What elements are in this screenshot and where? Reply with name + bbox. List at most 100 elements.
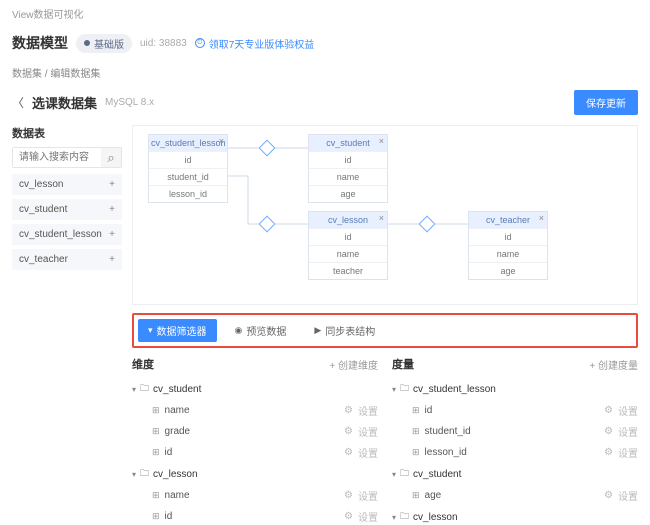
tree-field[interactable]: ⊞id⚙设置: [132, 506, 378, 525]
back-button[interactable]: 〈: [12, 94, 24, 111]
join-diamond-icon[interactable]: [419, 216, 436, 233]
tab-preview[interactable]: ◉预览数据: [225, 319, 297, 342]
number-icon: ⊞: [412, 447, 420, 458]
entity-field: id: [309, 151, 387, 168]
plus-icon[interactable]: +: [109, 254, 115, 265]
entity-header: cv_lesson×: [309, 212, 387, 228]
tree-field[interactable]: ⊞age⚙设置: [392, 485, 638, 506]
add-dimension-link[interactable]: + 创建维度: [329, 357, 378, 372]
tree-field[interactable]: ⊞name⚙设置: [132, 400, 378, 421]
folder-icon: 🗀: [400, 381, 409, 397]
entity-card[interactable]: cv_lesson× id name teacher: [308, 211, 388, 280]
tab-filter[interactable]: ▾数据筛选器: [138, 319, 217, 342]
sub-header: 〈 选课数据集 MySQL 8.x 保存更新: [0, 86, 650, 125]
dataset-title: 选课数据集: [32, 93, 97, 112]
app-title: View数据可视化: [0, 0, 650, 27]
caret-down-icon: ▾: [392, 385, 396, 394]
save-button[interactable]: 保存更新: [574, 90, 638, 115]
tree-field[interactable]: ⊞id⚙设置: [132, 442, 378, 463]
filter-icon: ▾: [148, 325, 153, 336]
number-icon: ⊞: [412, 490, 420, 501]
entity-card[interactable]: cv_student× id name age: [308, 134, 388, 203]
tree-field[interactable]: ⊞id⚙设置: [392, 400, 638, 421]
gear-icon[interactable]: ⚙: [604, 490, 613, 501]
caret-down-icon: ▾: [392, 513, 396, 522]
entity-field: name: [469, 245, 547, 262]
tab-bar: ▾数据筛选器 ◉预览数据 ▶同步表结构: [132, 313, 638, 348]
tree-group[interactable]: ▾🗀cv_student: [132, 378, 378, 400]
tree-group[interactable]: ▾🗀cv_student_lesson: [392, 378, 638, 400]
entity-header: cv_student_lesson×: [149, 135, 227, 151]
crumb-datasets[interactable]: 数据集: [12, 69, 42, 80]
table-item[interactable]: cv_lesson+: [12, 174, 122, 195]
entity-field: age: [309, 185, 387, 202]
plus-icon[interactable]: +: [109, 204, 115, 215]
add-metric-link[interactable]: + 创建度量: [589, 357, 638, 372]
breadcrumb: 数据集 / 编辑数据集: [0, 59, 650, 86]
tree-group[interactable]: ▾🗀cv_lesson: [392, 506, 638, 525]
caret-down-icon: ▾: [132, 385, 136, 394]
caret-down-icon: ▾: [392, 470, 396, 479]
tree-field[interactable]: ⊞grade⚙设置: [132, 421, 378, 442]
entity-field: lesson_id: [149, 185, 227, 202]
main-area: cv_student_lesson× id student_id lesson_…: [132, 125, 638, 525]
join-diamond-icon[interactable]: [259, 140, 276, 157]
entity-field: student_id: [149, 168, 227, 185]
entity-field: teacher: [309, 262, 387, 279]
gear-icon[interactable]: ⚙: [604, 426, 613, 437]
table-item[interactable]: cv_student+: [12, 199, 122, 220]
entity-card[interactable]: cv_teacher× id name age: [468, 211, 548, 280]
table-list: cv_lesson+ cv_student+ cv_student_lesson…: [12, 174, 122, 270]
folder-icon: 🗀: [400, 509, 409, 525]
text-icon: ⊞: [152, 490, 160, 501]
entity-field: id: [309, 228, 387, 245]
folder-icon: 🗀: [140, 466, 149, 482]
entity-field: age: [469, 262, 547, 279]
clock-icon: ⏱: [195, 38, 205, 48]
promo-link[interactable]: ⏱领取7天专业版体验权益: [195, 36, 315, 51]
number-icon: ⊞: [412, 426, 420, 437]
plus-icon[interactable]: +: [109, 179, 115, 190]
search-button[interactable]: ⌕: [101, 148, 121, 167]
search-input[interactable]: [13, 148, 101, 167]
gear-icon[interactable]: ⚙: [344, 405, 353, 416]
entity-field: name: [309, 168, 387, 185]
folder-icon: 🗀: [400, 466, 409, 482]
play-icon: ▶: [314, 325, 321, 336]
tab-sync[interactable]: ▶同步表结构: [304, 319, 385, 342]
dimension-title: 维度: [132, 356, 154, 372]
sidebar-title: 数据表: [12, 125, 122, 141]
close-icon[interactable]: ×: [379, 136, 384, 146]
table-item[interactable]: cv_teacher+: [12, 249, 122, 270]
gear-icon[interactable]: ⚙: [344, 447, 353, 458]
tree-field[interactable]: ⊞student_id⚙设置: [392, 421, 638, 442]
gear-icon[interactable]: ⚙: [604, 405, 613, 416]
tree-group[interactable]: ▾🗀cv_student: [392, 463, 638, 485]
search-icon: ⌕: [107, 150, 114, 165]
join-diamond-icon[interactable]: [259, 216, 276, 233]
text-icon: ⊞: [152, 405, 160, 416]
tree-field[interactable]: ⊞name⚙设置: [132, 485, 378, 506]
gear-icon[interactable]: ⚙: [344, 511, 353, 522]
table-item[interactable]: cv_student_lesson+: [12, 224, 122, 245]
plan-badge: 基础版: [76, 34, 132, 53]
gear-icon[interactable]: ⚙: [344, 490, 353, 501]
entity-field: id: [469, 228, 547, 245]
plus-icon[interactable]: +: [109, 229, 115, 240]
uid-label: uid: 38883: [140, 38, 187, 49]
entity-header: cv_student×: [309, 135, 387, 151]
entity-header: cv_teacher×: [469, 212, 547, 228]
text-icon: ⊞: [152, 447, 160, 458]
er-canvas[interactable]: cv_student_lesson× id student_id lesson_…: [132, 125, 638, 305]
gear-icon[interactable]: ⚙: [344, 426, 353, 437]
tree-field[interactable]: ⊞lesson_id⚙设置: [392, 442, 638, 463]
close-icon[interactable]: ×: [219, 136, 224, 146]
gear-icon[interactable]: ⚙: [604, 447, 613, 458]
tree-group[interactable]: ▾🗀cv_lesson: [132, 463, 378, 485]
close-icon[interactable]: ×: [379, 213, 384, 223]
header: 数据模型 基础版 uid: 38883 ⏱领取7天专业版体验权益: [0, 27, 650, 59]
close-icon[interactable]: ×: [539, 213, 544, 223]
text-icon: ⊞: [152, 511, 160, 522]
entity-card[interactable]: cv_student_lesson× id student_id lesson_…: [148, 134, 228, 203]
db-type: MySQL 8.x: [105, 97, 154, 108]
